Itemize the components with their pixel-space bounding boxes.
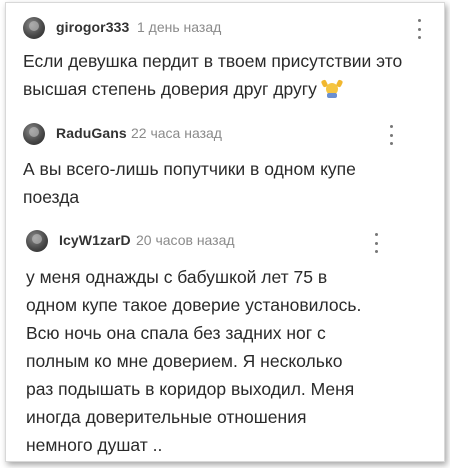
more-vertical-icon[interactable] — [386, 124, 396, 146]
comment-text: Если девушка пердит в твоем присутствии … — [23, 47, 435, 103]
avatar[interactable] — [26, 230, 48, 252]
person-raising-hands-emoji — [320, 79, 344, 98]
comment-text: А вы всего-лишь попутчики в одном купе п… — [23, 159, 356, 207]
comment-timestamp: 1 день назад — [137, 19, 222, 35]
comments-card: girogor333 1 день назад Если девушка пер… — [5, 2, 445, 462]
comment-username[interactable]: IcyW1zarD — [59, 232, 131, 248]
avatar[interactable] — [23, 123, 45, 145]
comment-username[interactable]: girogor333 — [56, 19, 129, 35]
avatar[interactable] — [23, 17, 45, 39]
comment-timestamp: 20 часов назад — [136, 232, 235, 248]
comment-text: у меня однажды с бабушкой лет 75 в одном… — [26, 267, 362, 455]
comment-timestamp: 22 часа назад — [131, 125, 222, 141]
comment-text-body: Если девушка пердит в твоем присутствии … — [23, 51, 403, 99]
comment-username[interactable]: RaduGans — [56, 125, 127, 141]
more-vertical-icon[interactable] — [371, 232, 381, 254]
more-vertical-icon[interactable] — [414, 18, 424, 40]
